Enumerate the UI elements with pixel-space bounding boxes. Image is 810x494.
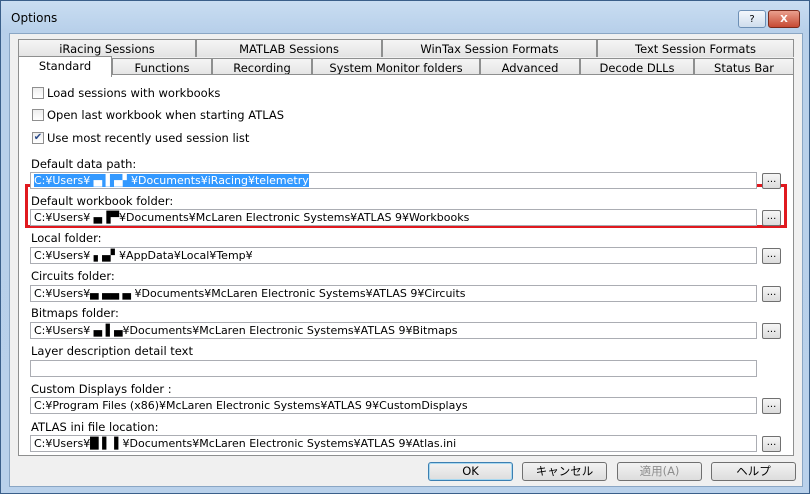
tab-wintax-session-formats[interactable]: WinTax Session Formats: [382, 39, 597, 57]
options-dialog: Options ? X iRacing Sessions MATLAB Sess…: [0, 0, 810, 494]
load-sessions-checkbox[interactable]: [32, 87, 44, 99]
tab-text-session-formats[interactable]: Text Session Formats: [597, 39, 794, 57]
tab-standard[interactable]: Standard: [18, 56, 112, 77]
cancel-button[interactable]: キャンセル: [522, 462, 607, 481]
tab-iracing-sessions[interactable]: iRacing Sessions: [18, 39, 196, 57]
ini-file-location-label: ATLAS ini file location:: [31, 420, 159, 434]
default-data-path-label: Default data path:: [31, 157, 137, 171]
default-data-path-input[interactable]: C:¥Users¥ ▄ ▌▄▘¥Documents¥iRacing¥teleme…: [30, 172, 757, 189]
load-sessions-label[interactable]: Load sessions with workbooks: [47, 86, 220, 100]
bitmaps-folder-label: Bitmaps folder:: [31, 306, 119, 320]
circuits-folder-browse-button[interactable]: ...: [762, 286, 781, 302]
circuits-folder-label: Circuits folder:: [31, 269, 115, 283]
help-title-button[interactable]: ?: [738, 10, 766, 28]
standard-tab-panel: Load sessions with workbooks Open last w…: [18, 74, 794, 456]
layer-description-input[interactable]: [30, 360, 757, 377]
default-data-path-browse-button[interactable]: ...: [762, 173, 781, 189]
local-folder-label: Local folder:: [31, 231, 102, 245]
default-workbook-folder-label: Default workbook folder:: [31, 194, 174, 208]
custom-displays-folder-browse-button[interactable]: ...: [762, 398, 781, 414]
ok-button[interactable]: OK: [428, 462, 513, 481]
local-folder-browse-button[interactable]: ...: [762, 248, 781, 264]
tab-strip: iRacing Sessions MATLAB Sessions WinTax …: [18, 39, 794, 77]
bitmaps-folder-browse-button[interactable]: ...: [762, 323, 781, 339]
ini-file-location-browse-button[interactable]: ...: [762, 436, 781, 452]
open-last-workbook-checkbox[interactable]: [32, 109, 44, 121]
local-folder-input[interactable]: C:¥Users¥ ▖▄▘¥AppData¥Local¥Temp¥: [30, 247, 757, 264]
custom-displays-folder-input[interactable]: C:¥Program Files (x86)¥McLaren Electroni…: [30, 397, 757, 414]
tab-matlab-sessions[interactable]: MATLAB Sessions: [196, 39, 382, 57]
bitmaps-folder-input[interactable]: C:¥Users¥ ▄ ▌▄¥Documents¥McLaren Electro…: [30, 322, 757, 339]
recent-session-list-checkbox[interactable]: ✔: [32, 132, 44, 144]
recent-session-list-label[interactable]: Use most recently used session list: [47, 131, 249, 145]
layer-description-label: Layer description detail text: [31, 344, 193, 358]
title-bar[interactable]: Options ? X: [1, 1, 809, 35]
open-last-workbook-label[interactable]: Open last workbook when starting ATLAS: [47, 108, 284, 122]
default-data-path-value: C:¥Users¥ ▄ ▌▄▘¥Documents¥iRacing¥teleme…: [34, 174, 309, 187]
close-button[interactable]: X: [768, 10, 800, 28]
default-workbook-folder-input[interactable]: C:¥Users¥ ▄▐▀¥Documents¥McLaren Electron…: [30, 209, 757, 226]
ini-file-location-input[interactable]: C:¥Users¥█ ▌ ▌¥Documents¥McLaren Electro…: [30, 435, 757, 452]
default-workbook-folder-browse-button[interactable]: ...: [762, 210, 781, 226]
circuits-folder-input[interactable]: C:¥Users¥▄ ▄▄ ▄ ¥Documents¥McLaren Elect…: [30, 285, 757, 302]
custom-displays-folder-label: Custom Displays folder :: [31, 382, 172, 396]
help-button[interactable]: ヘルプ: [711, 462, 796, 481]
window-title: Options: [11, 11, 58, 25]
apply-button[interactable]: 適用(A): [617, 462, 702, 481]
dialog-client: iRacing Sessions MATLAB Sessions WinTax …: [9, 33, 803, 487]
